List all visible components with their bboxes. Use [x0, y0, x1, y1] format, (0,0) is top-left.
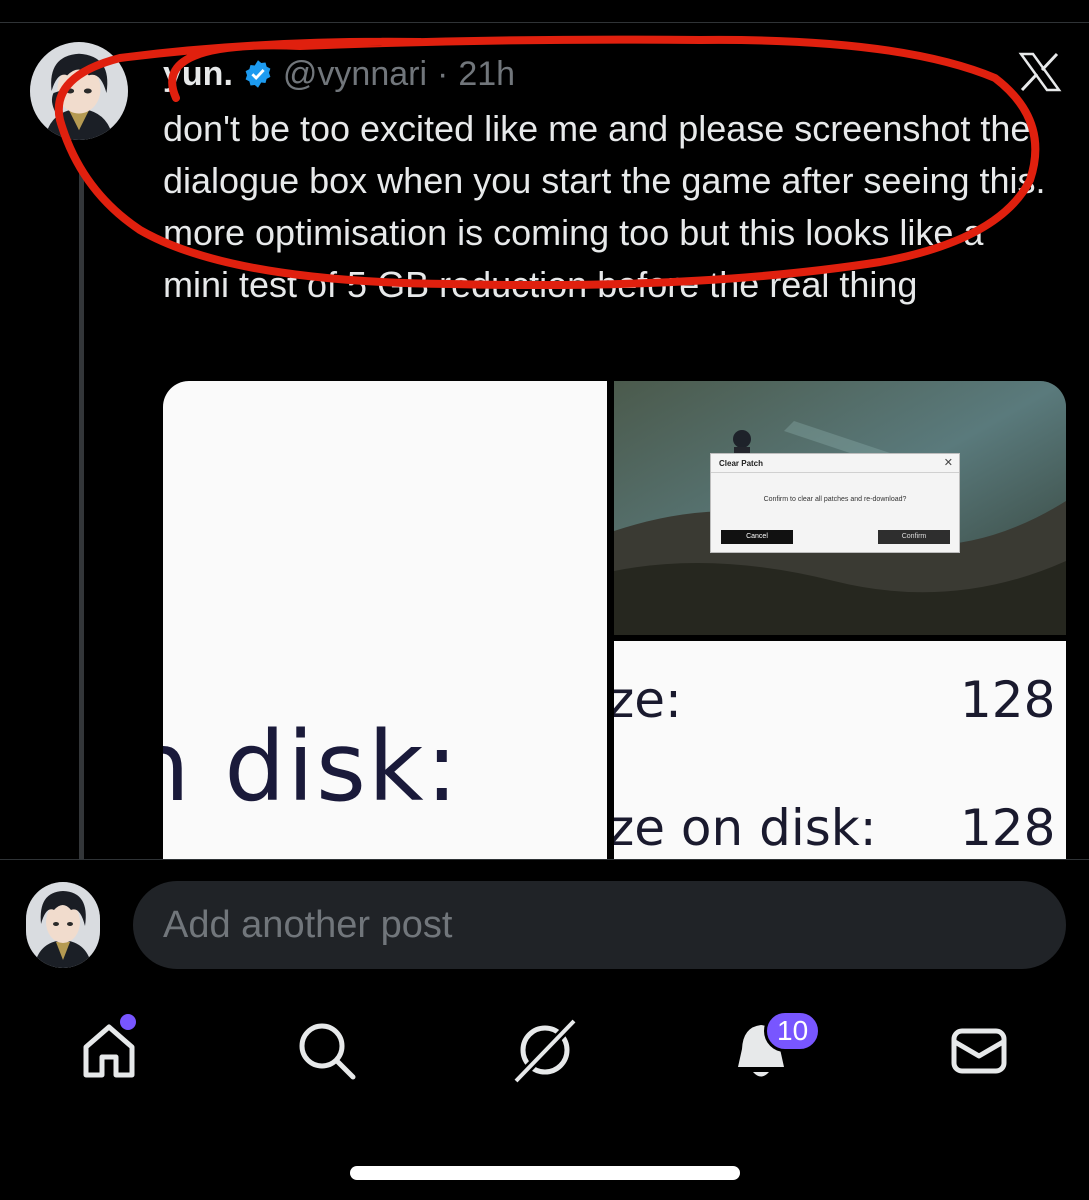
size-on-disk-value: 128	[960, 799, 1056, 857]
author-avatar[interactable]	[30, 42, 128, 140]
thread-line	[79, 170, 84, 860]
dialog-divider	[711, 472, 959, 473]
bottom-navigation	[0, 985, 1089, 1125]
dialog-message: Confirm to clear all patches and re-down…	[763, 496, 907, 503]
size-value: 128	[960, 671, 1056, 729]
search-tab[interactable]	[291, 1015, 361, 1085]
media-grid: n disk: Clear Patch ✕ Confirm to clear a…	[163, 381, 1066, 859]
home-indicator[interactable]	[350, 1166, 740, 1180]
author-name[interactable]: yun.	[163, 55, 233, 94]
mail-icon	[951, 1028, 1007, 1074]
dialog-cancel-button: Cancel	[721, 530, 793, 544]
dialog-close-icon: ✕	[943, 457, 953, 469]
media-image-top-right[interactable]: Clear Patch ✕ Confirm to clear all patch…	[614, 381, 1066, 635]
media-image-left[interactable]: n disk:	[163, 381, 607, 859]
post-header: yun. @vynnari · 21h	[163, 52, 515, 96]
post-body: don't be too excited like me and please …	[163, 108, 1046, 305]
search-icon	[299, 1023, 356, 1080]
notifications-badge: 10	[764, 1010, 822, 1052]
messages-tab[interactable]	[944, 1015, 1014, 1085]
reply-input[interactable]	[133, 881, 1066, 969]
grok-tab[interactable]	[510, 1015, 580, 1085]
clear-patch-dialog: Clear Patch ✕ Confirm to clear all patch…	[710, 453, 960, 553]
post-timestamp[interactable]: 21h	[458, 55, 515, 94]
dialog-title: Clear Patch	[719, 459, 764, 468]
grok-icon	[512, 1017, 578, 1085]
verified-badge-icon	[243, 59, 273, 89]
size-on-disk-label: ze on disk:	[614, 799, 877, 857]
x-logo-icon[interactable]	[1018, 52, 1062, 92]
media-left-text: n disk:	[163, 711, 460, 823]
header-separator: ·	[437, 54, 449, 93]
author-handle[interactable]: @vynnari	[283, 55, 427, 94]
reply-user-avatar[interactable]	[26, 882, 100, 968]
size-label: ze:	[614, 671, 682, 729]
home-new-dot	[120, 1014, 136, 1030]
dialog-confirm-button: Confirm	[878, 530, 950, 544]
media-image-bottom-right[interactable]: ze: 128 ze on disk: 128	[614, 641, 1066, 859]
